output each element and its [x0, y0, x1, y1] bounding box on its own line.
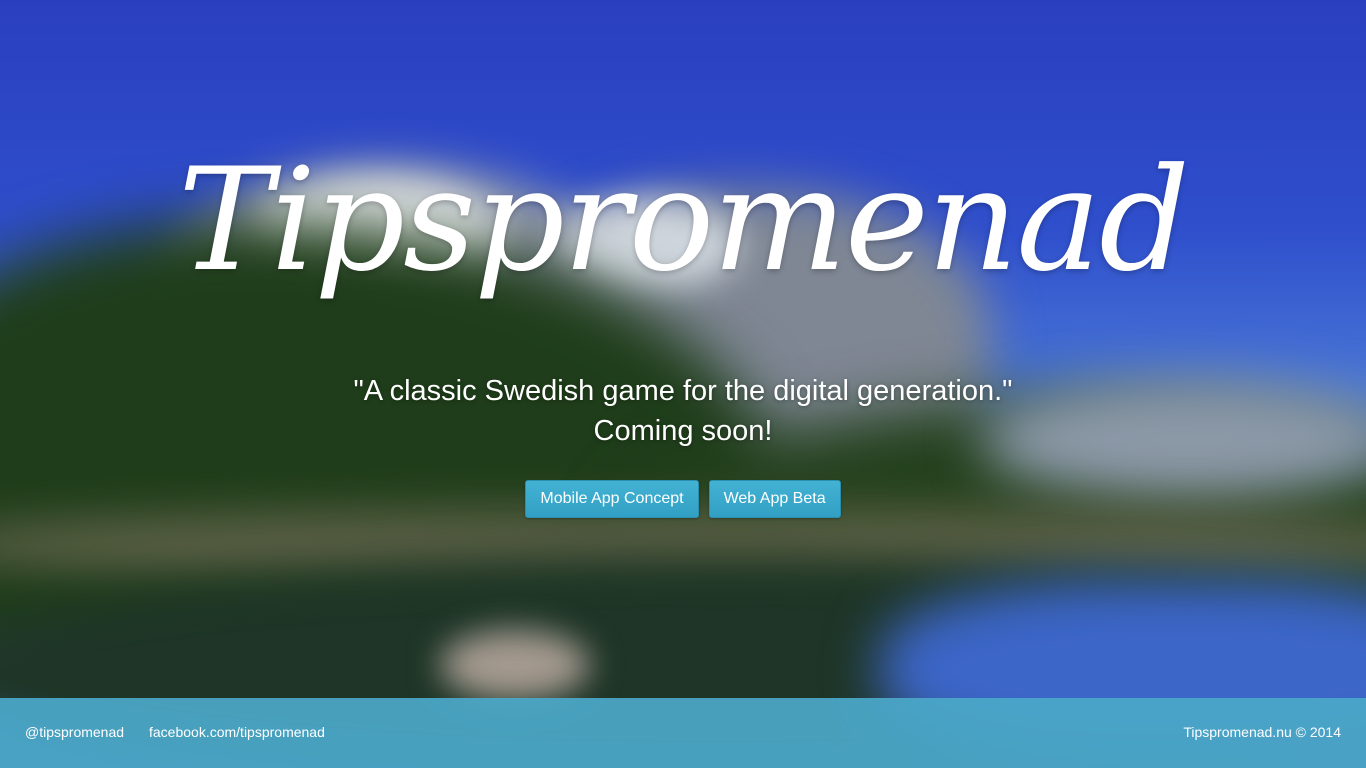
twitter-link[interactable]: @tipspromenad: [25, 724, 124, 740]
copyright-text: Tipspromenad.nu © 2014: [1183, 724, 1341, 740]
cta-buttons: Mobile App Concept Web App Beta: [0, 480, 1366, 518]
mobile-app-concept-button[interactable]: Mobile App Concept: [525, 480, 699, 518]
web-app-beta-button[interactable]: Web App Beta: [708, 480, 841, 518]
tagline: "A classic Swedish game for the digital …: [0, 371, 1366, 451]
footer: @tipspromenad facebook.com/tipspromenad …: [0, 698, 1366, 768]
tagline-quote: "A classic Swedish game for the digital …: [353, 375, 1013, 407]
hero-section: Tipspromenad "A classic Swedish game for…: [0, 0, 1366, 698]
site-logo: Tipspromenad: [178, 138, 1190, 303]
coming-soon-text: Coming soon!: [593, 415, 773, 447]
facebook-link[interactable]: facebook.com/tipspromenad: [149, 724, 325, 740]
